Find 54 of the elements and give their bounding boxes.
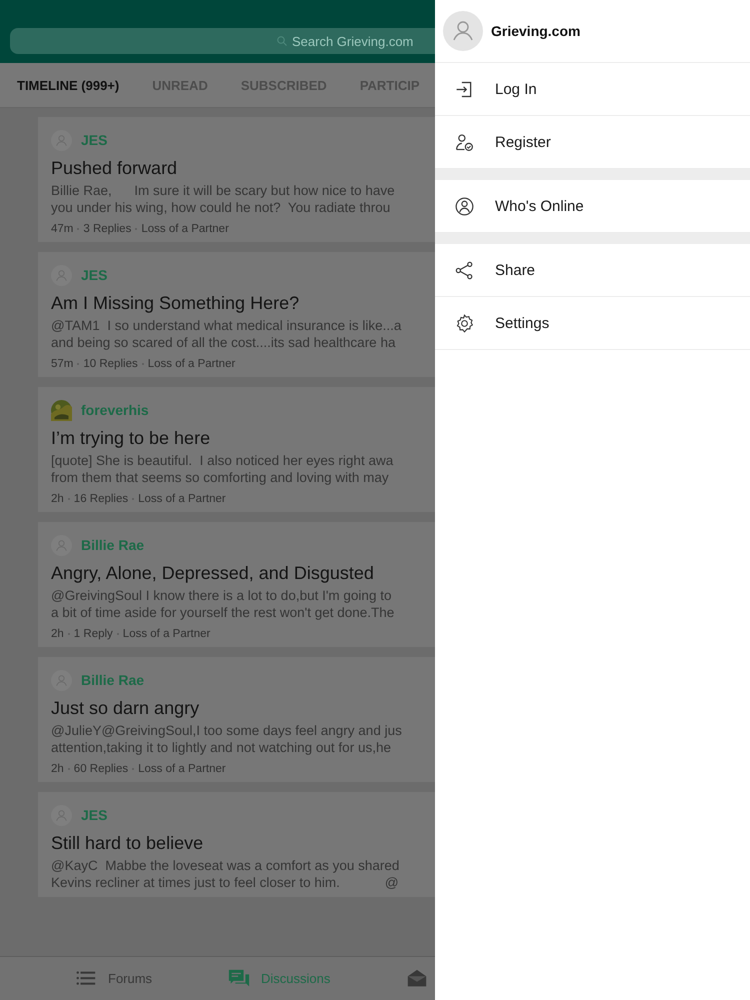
post-excerpt-line: from them that seems so comforting and loving with may — [51, 469, 390, 486]
post-excerpt-line: and being so scared of all the cost....its sad healthcare ha — [51, 334, 396, 351]
person-check-icon — [454, 132, 475, 152]
share-icon — [454, 260, 475, 280]
post-meta: 3 Replies — [83, 222, 132, 236]
post-excerpt-line: Billie Rae, Im sure it will be scary but how nice to have — [51, 182, 396, 199]
post-meta: 2h — [51, 762, 64, 776]
menu-item[interactable]: Share — [435, 244, 750, 297]
site-name: Grieving.com — [491, 23, 580, 39]
post-card[interactable]: foreverhis I’m trying to be here [quote] She is beautiful. I also noticed her eyes right awa from them that seems so comforting and loving with may 2h 16 Replies Loss of a Partner — [38, 387, 435, 512]
post-meta: 2h — [51, 627, 64, 641]
post-meta: 2h — [51, 492, 64, 506]
post-excerpt-line: Kevins recliner at times just to feel closer to him. @ — [51, 874, 400, 891]
post-title: Just so darn angry — [51, 698, 200, 719]
post-meta: Loss of a Partner — [138, 762, 226, 776]
menu-item[interactable]: Settings — [435, 297, 750, 350]
search-icon — [276, 35, 288, 47]
avatar-icon — [443, 11, 483, 51]
post-card[interactable]: JES Pushed forward Billie Rae, Im sure it will be scary but how nice to have you under his wing, how could he not? You radiate throu 47m 3 Replies Loss of a Partner — [38, 117, 435, 242]
post-title: I’m trying to be here — [51, 428, 212, 449]
post-title: Pushed forward — [51, 158, 178, 179]
post-excerpt-line: @GreivingSoul I know there is a lot to do,but I'm going to — [51, 587, 392, 604]
post-card[interactable]: Billie Rae Angry, Alone, Depressed, and Disgusted @GreivingSoul I know there is a lot to do,but I'm going to a bit of time aside for yourself the rest won't get done.The 2h 1 Reply Loss of a Partner — [38, 522, 435, 647]
post-meta: Loss of a Partner — [138, 492, 226, 506]
post-meta: Loss of a Partner — [148, 357, 236, 371]
post-title: Still hard to believe — [51, 833, 204, 854]
post-meta: 60 Replies — [74, 762, 128, 776]
post-excerpt-line: you under his wing, how could he not? You radiate throu — [51, 199, 392, 216]
nav-tab[interactable]: Forums — [74, 968, 152, 990]
post-meta: 16 Replies — [74, 492, 128, 506]
post-meta: Loss of a Partner — [122, 627, 210, 641]
post-meta: 1 Reply — [74, 627, 113, 641]
post-meta: 57m — [51, 357, 74, 371]
post-card[interactable]: JES Still hard to believe @KayC Mabbe the loveseat was a comfort as you shared Kevins recliner at times just to feel closer to him. @ — [38, 792, 435, 897]
post-excerpt-line: @TAM1 I so understand what medical insurance is like...a — [51, 317, 402, 334]
settings-icon — [454, 312, 475, 334]
post-card[interactable]: JES Am I Missing Something Here? @TAM1 I so understand what medical insurance is like...a and being so scared of all the cost....its sad healthcare ha 57m 10 Replies Loss of a Partner — [38, 252, 435, 377]
post-title: Angry, Alone, Depressed, and Disgusted — [51, 563, 375, 584]
post-excerpt-line: a bit of time aside for yourself the rest won't get done.The — [51, 604, 396, 621]
post-excerpt-line: @KayC Mabbe the loveseat was a comfort as you shared — [51, 857, 400, 874]
post-meta: Loss of a Partner — [141, 222, 229, 236]
post-excerpt-line: attention,taking it to lightly and not watching out for us,he — [51, 739, 392, 756]
post-title: Am I Missing Something Here? — [51, 293, 300, 314]
menu-item[interactable]: Log In — [435, 63, 750, 116]
envelope-icon — [405, 968, 429, 990]
tab[interactable]: TIMELINE (999+) — [17, 78, 120, 92]
person-circle-icon — [454, 196, 475, 216]
post-meta: 47m — [51, 222, 74, 236]
post-meta: 10 Replies — [83, 357, 138, 371]
post-excerpt-line: [quote] She is beautiful. I also noticed her eyes right awa — [51, 452, 394, 469]
nav-tab[interactable] — [405, 968, 429, 990]
post-card[interactable]: Billie Rae Just so darn angry @JulieY@GreivingSoul,I too some days feel angry and jus attention,taking it to lightly and not watching out for us,he 2h 60 Replies Loss of a Partner — [38, 657, 435, 782]
search-field[interactable]: Search Grieving.com — [10, 28, 435, 54]
post-excerpt-line: @JulieY@GreivingSoul,I too some days feel angry and jus — [51, 722, 403, 739]
